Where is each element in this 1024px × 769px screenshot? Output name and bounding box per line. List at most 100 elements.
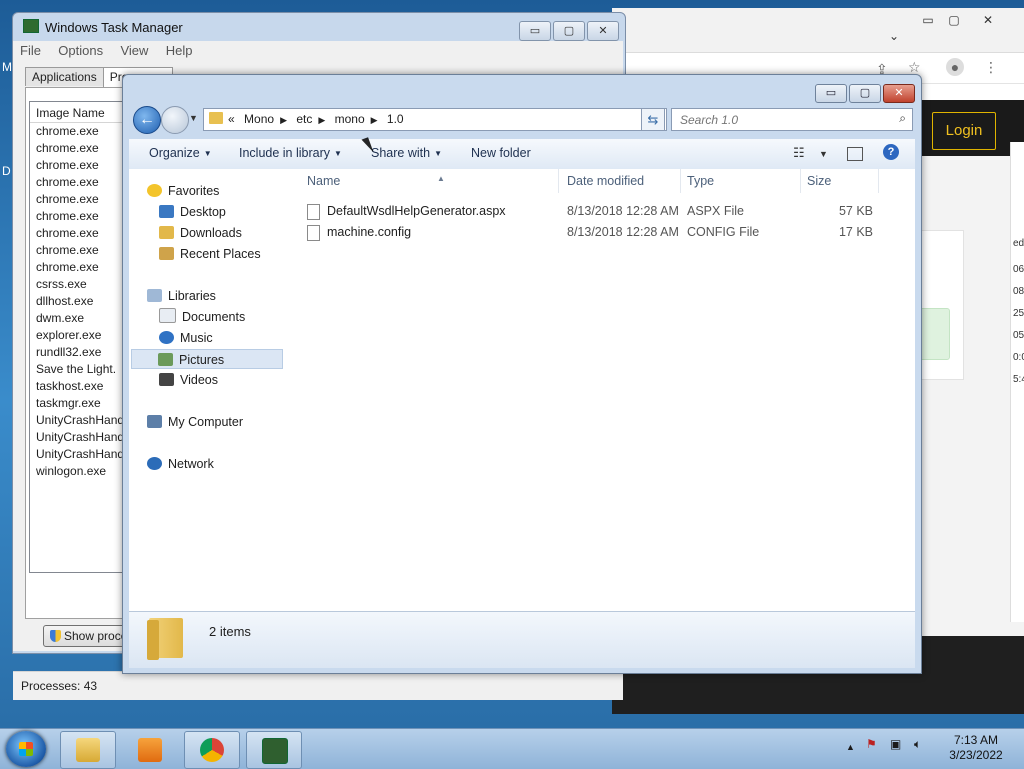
menu-view[interactable]: View [113, 41, 155, 60]
nav-desktop[interactable]: Desktop [159, 202, 226, 222]
breadcrumb-overflow[interactable]: « [228, 112, 235, 126]
nav-videos[interactable]: Videos [159, 370, 218, 390]
chevron-right-icon[interactable]: ▶ [280, 115, 287, 125]
nav-libraries[interactable]: Libraries [147, 286, 216, 306]
process-row[interactable]: dwm.exe [30, 310, 136, 327]
navigation-pane: Favorites Desktop Downloads Recent Place… [129, 169, 288, 611]
process-row[interactable]: UnityCrashHand [30, 429, 136, 446]
taskbar-task-manager-button[interactable] [246, 731, 302, 769]
chevron-right-icon[interactable]: ▶ [371, 115, 378, 125]
menu-options[interactable]: Options [51, 41, 110, 60]
view-options-dropdown-icon[interactable]: ▼ [819, 149, 828, 159]
taskbar-explorer-button[interactable] [60, 731, 116, 769]
nav-music[interactable]: Music [159, 328, 213, 348]
column-header-image-name[interactable]: Image Name [30, 102, 136, 123]
nav-downloads[interactable]: Downloads [159, 223, 242, 243]
process-row[interactable]: chrome.exe [30, 191, 136, 208]
process-row[interactable]: chrome.exe [30, 157, 136, 174]
process-row[interactable]: chrome.exe [30, 225, 136, 242]
process-row[interactable]: rundll32.exe [30, 344, 136, 361]
nav-favorites[interactable]: Favorites [147, 181, 219, 201]
address-bar[interactable]: « Mono▶ etc▶ mono▶ 1.0 ▼ [203, 108, 667, 131]
share-with-button[interactable]: Share with ▼ [371, 146, 442, 160]
include-in-library-button[interactable]: Include in library ▼ [239, 146, 342, 160]
nav-pictures[interactable]: Pictures [131, 349, 283, 369]
command-bar: Organize ▼ Include in library ▼ Share with… [129, 139, 915, 170]
file-row[interactable]: DefaultWsdlHelpGenerator.aspx 8/13/2018 … [287, 201, 907, 221]
process-row[interactable]: taskmgr.exe [30, 395, 136, 412]
breadcrumb-item[interactable]: mono [335, 112, 365, 126]
start-button[interactable] [6, 731, 46, 767]
column-header-name[interactable]: Name ▲ [301, 169, 559, 193]
show-hidden-icons-icon[interactable]: ▲ [846, 742, 855, 752]
organize-button[interactable]: Organize ▼ [149, 146, 212, 160]
process-row[interactable]: Save the Light. [30, 361, 136, 378]
process-row[interactable]: UnityCrashHand [30, 412, 136, 429]
process-row[interactable]: chrome.exe [30, 174, 136, 191]
search-box[interactable]: ⌕ [671, 108, 913, 131]
back-button[interactable]: ← [133, 106, 161, 134]
breadcrumb-item[interactable]: Mono [244, 112, 274, 126]
action-center-icon[interactable]: ⚑ [866, 737, 877, 751]
kebab-menu-icon[interactable]: ⋮ [984, 59, 998, 76]
process-row[interactable]: chrome.exe [30, 259, 136, 276]
file-name[interactable]: machine.config [327, 222, 411, 242]
new-folder-button[interactable]: New folder [471, 146, 531, 160]
minimize-button[interactable]: ▭ [519, 21, 551, 41]
process-row[interactable]: explorer.exe [30, 327, 136, 344]
chrome-minimize-button[interactable]: ▭ [916, 12, 940, 28]
taskbar-chrome-button[interactable] [184, 731, 240, 769]
network-icon[interactable]: ▣ [890, 737, 901, 751]
forward-button[interactable] [161, 106, 189, 134]
clock-date: 3/23/2022 [949, 748, 1003, 762]
chrome-close-button[interactable]: ✕ [976, 12, 1000, 28]
chrome-icon [200, 738, 224, 762]
chrome-maximize-button[interactable]: ▢ [942, 12, 966, 28]
column-header-size[interactable]: Size [801, 169, 879, 193]
search-icon[interactable]: ⌕ [899, 111, 906, 126]
column-header-type[interactable]: Type [681, 169, 801, 193]
profile-icon[interactable]: ● [946, 58, 964, 76]
process-row[interactable]: UnityCrashHand [30, 446, 136, 463]
column-header-date-modified[interactable]: Date modified [561, 169, 681, 193]
menu-help[interactable]: Help [159, 41, 200, 60]
preview-pane-icon[interactable] [847, 147, 863, 161]
file-name[interactable]: DefaultWsdlHelpGenerator.aspx [327, 201, 506, 221]
login-button[interactable]: Login [932, 112, 996, 150]
close-button[interactable]: ✕ [883, 84, 915, 103]
minimize-button[interactable]: ▭ [815, 84, 847, 103]
nav-recent-places[interactable]: Recent Places [159, 244, 261, 264]
edge-text: 0:0 [1013, 352, 1024, 363]
refresh-button[interactable]: ⇆ [641, 108, 665, 131]
nav-network[interactable]: Network [147, 454, 214, 474]
process-row[interactable]: chrome.exe [30, 140, 136, 157]
menu-file[interactable]: File [13, 41, 48, 60]
chevron-right-icon[interactable]: ▶ [318, 115, 325, 125]
taskbar-media-player-button[interactable] [122, 731, 178, 769]
tab-applications[interactable]: Applications [25, 67, 104, 86]
change-view-icon[interactable]: ☷ [793, 145, 805, 161]
nav-documents[interactable]: Documents [159, 307, 245, 327]
process-list[interactable]: Image Name chrome.exe chrome.exe chrome.ex… [29, 101, 137, 573]
nav-my-computer[interactable]: My Computer [147, 412, 243, 432]
system-clock[interactable]: 7:13 AM 3/23/2022 [940, 733, 1012, 763]
process-row[interactable]: winlogon.exe [30, 463, 136, 480]
maximize-button[interactable]: ▢ [553, 21, 585, 41]
chrome-titlebar: ▭ ▢ ✕ ⌄ [612, 8, 1024, 53]
file-row[interactable]: machine.config 8/13/2018 12:28 AM CONFIG… [287, 222, 907, 242]
process-row[interactable]: chrome.exe [30, 208, 136, 225]
process-row[interactable]: chrome.exe [30, 123, 136, 140]
volume-icon[interactable]: 🔈︎ [914, 737, 921, 752]
process-row[interactable]: taskhost.exe [30, 378, 136, 395]
process-row[interactable]: dllhost.exe [30, 293, 136, 310]
recent-pages-dropdown-icon[interactable]: ▼ [189, 113, 198, 123]
search-input[interactable] [678, 111, 882, 129]
help-icon[interactable]: ? [883, 144, 899, 160]
process-row[interactable]: csrss.exe [30, 276, 136, 293]
close-button[interactable]: ✕ [587, 21, 619, 41]
breadcrumb-item[interactable]: etc [296, 112, 312, 126]
maximize-button[interactable]: ▢ [849, 84, 881, 103]
chevron-down-icon[interactable]: ⌄ [882, 28, 906, 44]
breadcrumb-item[interactable]: 1.0 [387, 112, 404, 126]
process-row[interactable]: chrome.exe [30, 242, 136, 259]
